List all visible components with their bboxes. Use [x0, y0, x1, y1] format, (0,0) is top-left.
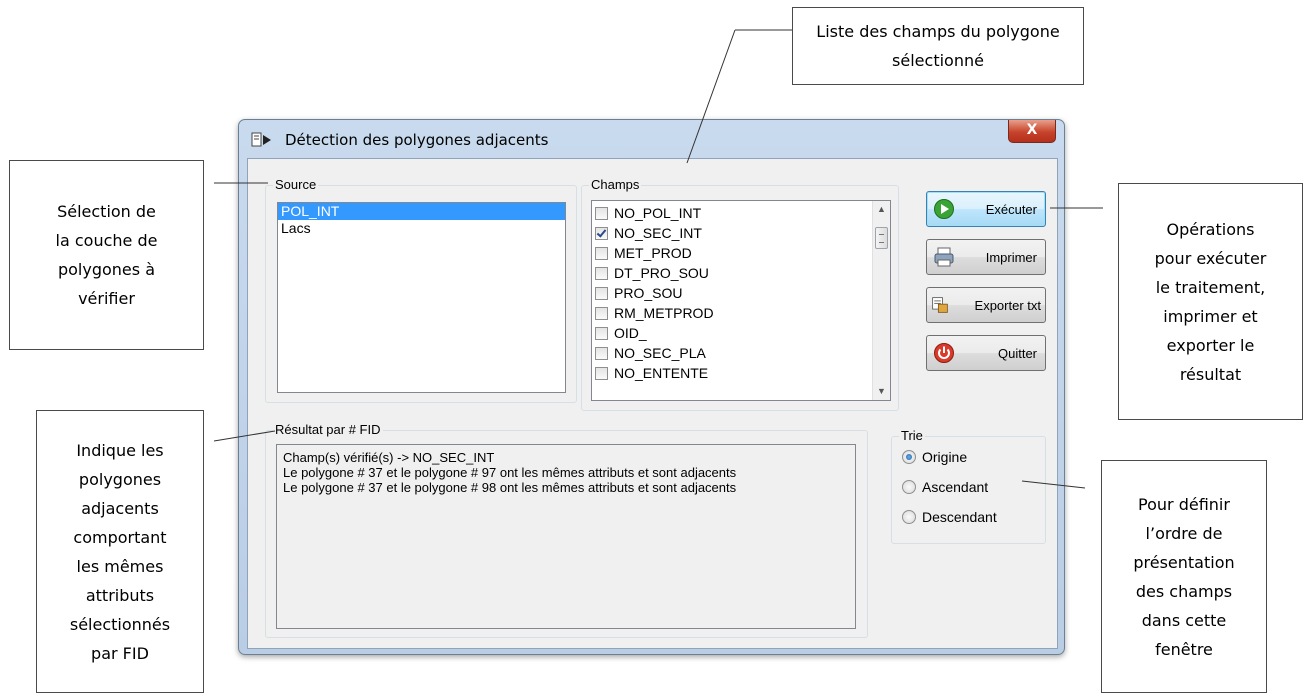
- source-list: POL_INT Lacs: [278, 203, 565, 237]
- callout-source-selection: Sélection de la couche de polygones à vé…: [9, 160, 204, 350]
- close-button[interactable]: X: [1008, 120, 1056, 143]
- champ-checkbox[interactable]: [595, 346, 608, 360]
- champ-label: MET_PROD: [614, 245, 692, 261]
- export-button-label: Exporter txt: [974, 297, 1041, 313]
- callout-result-info-text: Indique les polygones adjacents comporta…: [69, 440, 171, 663]
- sort-group: Trie Origine Ascendant Descendant: [891, 428, 1046, 544]
- play-icon: [934, 199, 954, 219]
- sort-group-label: Trie: [899, 428, 925, 443]
- champ-label: PRO_SOU: [614, 285, 683, 301]
- callout-source-selection-text: Sélection de la couche de polygones à vé…: [55, 202, 158, 308]
- champ-item[interactable]: RM_METPROD: [592, 303, 890, 323]
- sort-radio[interactable]: [902, 480, 916, 494]
- callout-champs-list: Liste des champs du polygone sélectionné: [792, 7, 1084, 85]
- champ-checkbox[interactable]: [595, 306, 608, 320]
- sort-radio[interactable]: [902, 450, 916, 464]
- result-group: Résultat par # FID Champ(s) vérifié(s) -…: [265, 422, 868, 638]
- result-line: Le polygone # 37 et le polygone # 97 ont…: [283, 465, 737, 480]
- sort-option-label: Descendant: [922, 509, 997, 525]
- callout-result-info: Indique les polygones adjacents comporta…: [36, 410, 204, 693]
- champ-label: DT_PRO_SOU: [614, 265, 709, 281]
- export-button[interactable]: Exporter txt: [926, 287, 1046, 323]
- dialog-client-area: Source POL_INT Lacs Champs NO_POL_INT NO_S…: [247, 158, 1058, 649]
- champ-label: NO_SEC_INT: [614, 225, 702, 241]
- champ-checkbox[interactable]: [595, 246, 608, 260]
- sort-radio[interactable]: [902, 510, 916, 524]
- window-title: Détection des polygones adjacents: [285, 131, 549, 149]
- callout-champs-list-text: Liste des champs du polygone sélectionné: [816, 22, 1060, 70]
- source-item[interactable]: Lacs: [278, 220, 565, 237]
- champ-item[interactable]: NO_SEC_PLA: [592, 343, 890, 363]
- scroll-thumb[interactable]: [875, 227, 888, 249]
- result-line: Le polygone # 37 et le polygone # 98 ont…: [283, 480, 737, 495]
- execute-button[interactable]: Exécuter: [926, 191, 1046, 227]
- result-group-label: Résultat par # FID: [273, 422, 383, 437]
- champ-item[interactable]: DT_PRO_SOU: [592, 263, 890, 283]
- champ-checkbox[interactable]: [595, 266, 608, 280]
- champ-checkbox[interactable]: [595, 206, 608, 220]
- print-button[interactable]: Imprimer: [926, 239, 1046, 275]
- sort-option-label: Origine: [922, 449, 968, 465]
- champ-label: NO_POL_INT: [614, 205, 702, 221]
- source-group-label: Source: [273, 177, 319, 192]
- champs-listbox[interactable]: NO_POL_INT NO_SEC_INT MET_PROD DT_PRO_SOU PR…: [591, 200, 891, 401]
- scroll-down-icon[interactable]: ▼: [873, 383, 890, 400]
- callout-sort-info: Pour définir l’ordre de présentation des…: [1101, 460, 1267, 693]
- source-item[interactable]: POL_INT: [278, 203, 565, 220]
- champ-item[interactable]: NO_SEC_INT: [592, 223, 890, 243]
- champs-group: Champs NO_POL_INT NO_SEC_INT MET_PROD DT_PR…: [581, 177, 899, 411]
- source-group: Source POL_INT Lacs: [265, 177, 577, 403]
- champ-checkbox[interactable]: [595, 366, 608, 380]
- champ-item[interactable]: PRO_SOU: [592, 283, 890, 303]
- champ-checkbox[interactable]: [595, 326, 608, 340]
- sort-option-label: Ascendant: [922, 479, 989, 495]
- result-textarea[interactable]: Champ(s) vérifié(s) -> NO_SEC_INT Le poly…: [276, 444, 856, 629]
- champ-item[interactable]: OID_: [592, 323, 890, 343]
- quit-button-label: Quitter: [997, 345, 1037, 361]
- sort-option[interactable]: Descendant: [902, 509, 997, 525]
- callout-operations-text: Opérations pour exécuter le traitement, …: [1154, 219, 1267, 384]
- quit-button[interactable]: Quitter: [926, 335, 1046, 371]
- champs-scrollbar[interactable]: ▲ ▼: [872, 201, 890, 400]
- power-icon: [934, 343, 954, 363]
- source-listbox[interactable]: POL_INT Lacs: [277, 202, 566, 393]
- callout-sort-info-text: Pour définir l’ordre de présentation des…: [1133, 494, 1235, 659]
- champ-checkbox[interactable]: [595, 226, 608, 240]
- printer-icon: [934, 247, 954, 267]
- champ-item[interactable]: NO_ENTENTE: [592, 363, 890, 383]
- sort-option[interactable]: Origine: [902, 449, 967, 465]
- champ-item[interactable]: NO_POL_INT: [592, 203, 890, 223]
- champs-list: NO_POL_INT NO_SEC_INT MET_PROD DT_PRO_SOU PR…: [592, 201, 890, 383]
- champ-item[interactable]: MET_PROD: [592, 243, 890, 263]
- callout-operations: Opérations pour exécuter le traitement, …: [1118, 183, 1303, 420]
- result-line: Champ(s) vérifié(s) -> NO_SEC_INT: [283, 450, 495, 465]
- champ-checkbox[interactable]: [595, 286, 608, 300]
- sort-option[interactable]: Ascendant: [902, 479, 988, 495]
- champs-group-label: Champs: [589, 177, 642, 192]
- app-icon: [251, 132, 271, 147]
- print-button-label: Imprimer: [985, 249, 1037, 265]
- champ-label: OID_: [614, 325, 647, 341]
- dialog-window: Détection des polygones adjacents X Sour…: [238, 119, 1065, 655]
- champ-label: RM_METPROD: [614, 305, 714, 321]
- champ-label: NO_ENTENTE: [614, 365, 709, 381]
- execute-button-label: Exécuter: [985, 201, 1037, 217]
- champ-label: NO_SEC_PLA: [614, 345, 706, 361]
- scroll-up-icon[interactable]: ▲: [873, 201, 890, 218]
- result-lines: Champ(s) vérifié(s) -> NO_SEC_INT Le poly…: [283, 450, 849, 495]
- export-icon: [932, 297, 948, 313]
- title-bar[interactable]: Détection des polygones adjacents X: [239, 120, 1064, 158]
